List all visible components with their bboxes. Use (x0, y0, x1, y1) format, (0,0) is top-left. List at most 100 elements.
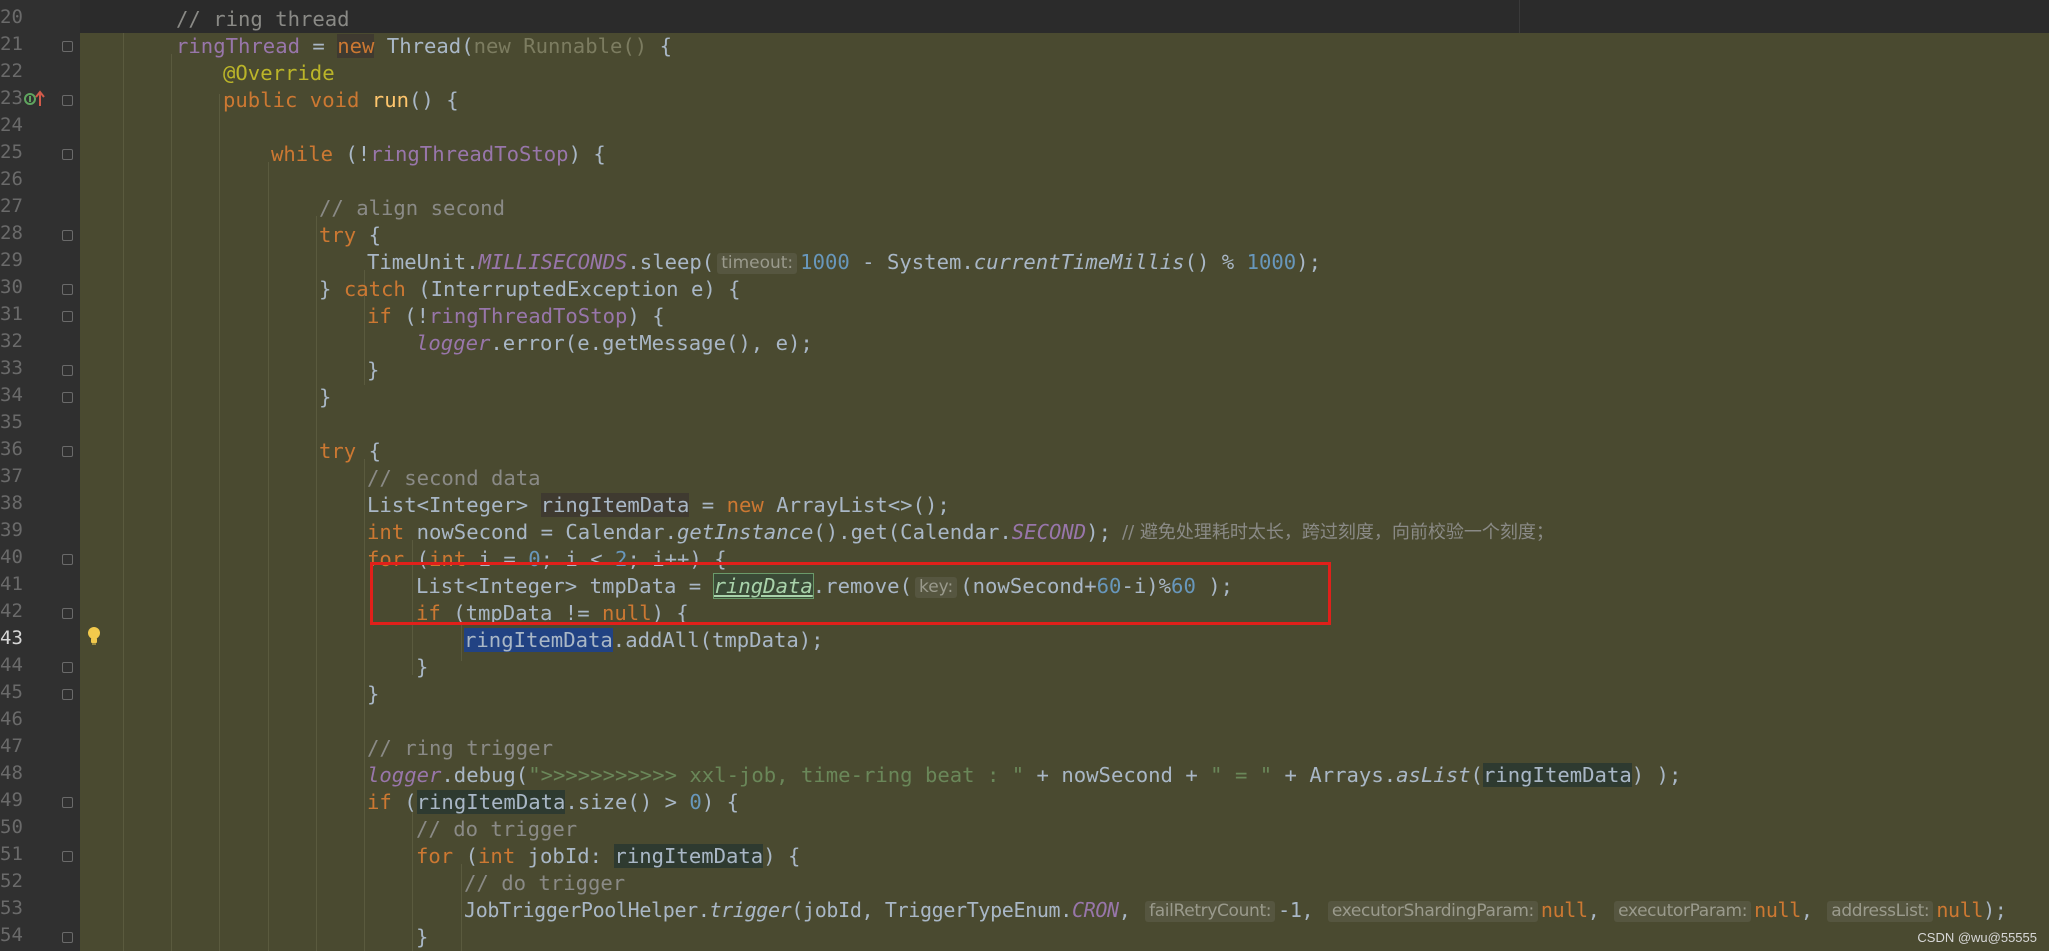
code-text: ); (1983, 898, 2007, 922)
code-comment: // ring trigger (367, 736, 553, 760)
fold-marker-icon[interactable] (62, 662, 73, 673)
code-text: Thread( (374, 34, 474, 58)
line-number: 51 (0, 843, 23, 865)
static-constant[interactable]: CRON (1072, 898, 1119, 922)
fold-marker-icon[interactable] (62, 392, 73, 403)
indent-guide (316, 216, 317, 951)
code-text: (jobId, TriggerTypeEnum. (791, 898, 1072, 922)
static-method[interactable]: trigger (710, 898, 792, 922)
number-literal: 1000 (800, 250, 850, 274)
indent-guide (461, 621, 462, 661)
indent-guide (171, 54, 172, 951)
highlight-annotation-box (370, 562, 1331, 625)
logger-field[interactable]: logger (416, 331, 490, 355)
keyword: null (1754, 898, 1801, 922)
keyword: null (1540, 898, 1588, 922)
code-text: ArrayList<>(); (763, 493, 950, 517)
indent-guide (364, 459, 365, 951)
code-text: { (356, 439, 382, 463)
implements-gutter-icon[interactable] (24, 90, 46, 112)
static-method[interactable]: asList (1396, 763, 1470, 787)
fold-marker-icon[interactable] (62, 230, 73, 241)
fold-marker-icon[interactable] (62, 932, 73, 943)
variable-ring-item-data[interactable]: ringItemData (416, 790, 566, 814)
variable-ring-item-data[interactable]: ringItemData (614, 844, 764, 868)
fold-marker-icon[interactable] (62, 41, 73, 52)
code-text: + nowSecond + (1024, 763, 1211, 787)
keyword: for (416, 844, 454, 868)
code-text: = (689, 493, 727, 517)
line-number: 27 (0, 195, 23, 217)
code-text: ); (1296, 250, 1321, 274)
method-name[interactable]: run (372, 88, 409, 112)
fold-gutter[interactable] (70, 0, 80, 951)
field-ring-thread-to-stop[interactable]: ringThreadToStop (370, 142, 568, 166)
variable-ring-item-data-selected[interactable]: ringItemData (464, 628, 613, 652)
number-literal: 0 (689, 790, 702, 814)
fold-marker-icon[interactable] (62, 851, 73, 862)
fold-marker-icon[interactable] (62, 608, 73, 619)
line-number: 32 (0, 330, 23, 352)
code-text: .sleep( (627, 250, 715, 274)
keyword: try (319, 223, 357, 247)
code-text: } (319, 277, 344, 301)
line-number: 49 (0, 789, 23, 811)
line-number: 24 (0, 114, 23, 136)
code-text: , (1800, 898, 1825, 922)
code-text: nowSecond = Calendar. (404, 520, 677, 544)
code-text: ) { (627, 304, 665, 328)
line-number: 21 (0, 33, 23, 55)
variable-ring-item-data[interactable]: ringItemData (1482, 763, 1632, 787)
line-number: 37 (0, 465, 23, 487)
line-number: 20 (0, 6, 23, 28)
fold-marker-icon[interactable] (62, 95, 73, 106)
static-constant[interactable]: SECOND (1012, 520, 1086, 544)
logger-field[interactable]: logger (367, 763, 441, 787)
code-text: .addAll(tmpData); (612, 628, 824, 652)
field-ring-thread[interactable]: ringThread (176, 34, 300, 58)
line-number: 50 (0, 816, 23, 838)
code-comment: // second data (367, 466, 541, 490)
indent-guide (461, 864, 462, 951)
fold-marker-icon[interactable] (62, 446, 73, 457)
indent-guide (412, 810, 413, 951)
fold-marker-icon[interactable] (62, 689, 73, 700)
fold-marker-icon[interactable] (62, 554, 73, 565)
line-number-current: 43 (0, 627, 23, 649)
static-method[interactable]: currentTimeMillis (974, 250, 1185, 274)
keyword: if (367, 304, 392, 328)
code-text: -1, (1278, 898, 1325, 922)
fold-marker-icon[interactable] (62, 365, 73, 376)
number-literal: 1000 (1246, 250, 1297, 274)
fold-marker-icon[interactable] (62, 797, 73, 808)
indent-guide (219, 94, 220, 951)
code-text: ); (1086, 520, 1111, 544)
string-literal: ">>>>>>>>>>> xxl-job, time-ring beat : " (528, 763, 1025, 787)
line-number: 52 (0, 870, 23, 892)
fold-marker-icon[interactable] (62, 284, 73, 295)
line-number: 53 (0, 897, 23, 919)
line-number: 48 (0, 762, 23, 784)
code-text: ().get(Calendar. (813, 520, 1012, 544)
bulb-icon[interactable] (87, 626, 101, 650)
fold-marker-icon[interactable] (62, 311, 73, 322)
code-text: () { (409, 88, 459, 112)
line-number: 54 (0, 924, 23, 946)
line-number: 38 (0, 492, 23, 514)
right-margin-guide (1519, 0, 1520, 33)
variable-ring-item-data[interactable]: ringItemData (540, 493, 690, 517)
code-text: .error(e.getMessage(), e); (490, 331, 813, 355)
indent-guide (123, 33, 124, 951)
keyword: new (337, 34, 375, 58)
folded-anonymous-class[interactable]: new Runnable() (474, 34, 660, 58)
static-method[interactable]: getInstance (677, 520, 813, 544)
parameter-hint: executorParam: (1614, 901, 1752, 922)
static-constant[interactable]: MILLISECONDS (479, 250, 628, 274)
code-text: , (1587, 898, 1612, 922)
line-number: 34 (0, 384, 23, 406)
fold-marker-icon[interactable] (62, 149, 73, 160)
code-text: } (416, 655, 429, 679)
keyword: try (319, 439, 357, 463)
field-ring-thread-to-stop[interactable]: ringThreadToStop (429, 304, 627, 328)
code-editor[interactable]: 20 21 22 23 24 25 26 27 28 29 30 31 32 3… (0, 0, 2049, 951)
